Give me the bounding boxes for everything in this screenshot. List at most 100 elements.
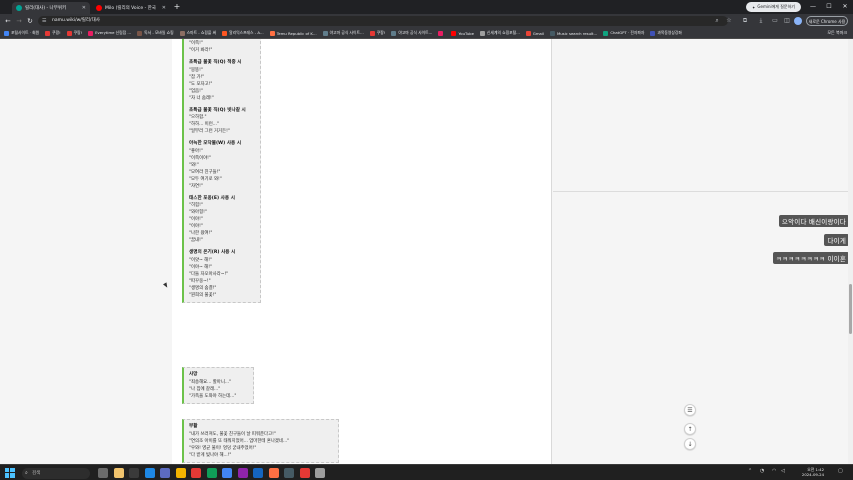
bookmark-item[interactable]: Everytime 신림점 … <box>88 30 131 36</box>
tab-search-icon[interactable]: ▭ <box>770 16 780 26</box>
taskbar-app-icon[interactable] <box>284 468 294 478</box>
bookmark-item[interactable]: ChatGPT · 전자파자 <box>603 30 644 36</box>
quote-heading: 초특급 불꽃 직(Q) 적중 시 <box>189 60 242 65</box>
tray-chevron-icon[interactable]: ⌃ <box>748 468 752 474</box>
gemini-label: Gemini에게 질문하기 <box>757 4 795 9</box>
bookmark-item[interactable]: Music search result… <box>549 30 597 36</box>
table-of-contents-button[interactable]: ☰ <box>684 404 696 416</box>
scrollbar-thumb[interactable] <box>849 284 852 334</box>
web-page: "이쪽!" "이거 봐라!" 초특급 불꽃 직(Q) 적중 시 "뭉뚱!" "잡 가!"… <box>0 39 853 464</box>
new-tab-button[interactable]: + <box>172 2 182 12</box>
reload-icon[interactable]: ↻ <box>25 16 35 26</box>
bookmark-label: Temu Republic of K… <box>276 30 317 36</box>
download-icon[interactable]: ⤓ <box>756 16 766 26</box>
notification-icon[interactable]: ▢ <box>838 468 843 474</box>
quote-line: "와!" <box>189 162 199 168</box>
chrome-update-button[interactable]: 새로운 Chrome 사용 가능 <box>806 16 848 33</box>
wifi-icon[interactable]: ◠ <box>772 468 776 474</box>
page-scrollbar[interactable] <box>848 39 853 464</box>
taskbar-app-icon[interactable] <box>237 468 248 478</box>
bookmark-favicon-icon <box>451 30 457 36</box>
browser-tab-2[interactable]: Milo (릴리의 Voice - 한국 ✕ <box>92 2 170 14</box>
sidepanel-icon[interactable]: ◫ <box>782 16 792 26</box>
quote-line: "내가 쓰러져도, 불꽃 친구들이 날 피워준다고!" <box>189 431 276 437</box>
taskbar-app-icon[interactable] <box>160 468 170 478</box>
scroll-down-button[interactable]: ↓ <box>684 438 696 450</box>
site-info-icon: ☰ <box>42 18 47 24</box>
gemini-sparkle-icon: ✦ <box>752 4 756 10</box>
quote-line: "죄송해요... 할아니..." <box>189 379 232 385</box>
taskbar-app-icon[interactable] <box>113 468 124 478</box>
taskbar-clock[interactable]: 오전 1:42 2024-09-24 <box>792 467 824 477</box>
quote-group: 아늑한 모닥불(W) 사용 시 "좋아!" "이쪽이야!" "와!" "모여라 친구들!… <box>189 140 255 190</box>
taskbar-app-icon[interactable] <box>129 468 139 478</box>
bookmark-item[interactable]: 야고마 공식 사이트… <box>391 30 432 36</box>
close-window-button[interactable]: ✕ <box>837 0 853 14</box>
all-bookmarks-folder[interactable]: 모든 북마크 <box>827 30 847 36</box>
bookmark-favicon-icon <box>179 30 185 36</box>
taskbar-app-icon[interactable] <box>98 468 108 478</box>
bookmark-favicon-icon <box>222 30 228 36</box>
tab-strip: 릴리(대사) - 나무위키 ✕ Milo (릴리의 Voice - 한국 ✕ +… <box>0 0 853 14</box>
bookmark-favicon-icon <box>322 30 328 36</box>
quote-box-skills: "이쪽!" "이거 봐라!" 초특급 불꽃 직(Q) 적중 시 "뭉뚱!" "잡 가!"… <box>182 39 261 303</box>
bookmark-item[interactable] <box>438 30 445 36</box>
bookmark-favicon-icon <box>479 30 485 36</box>
quote-group: "이쪽!" "이거 봐라!" <box>189 40 255 54</box>
taskbar-app-icon[interactable] <box>175 468 186 478</box>
bookmark-item[interactable]: 쿠팡! <box>369 30 385 36</box>
bookmark-item[interactable]: 독서 - 모바일 쇼핑 <box>137 30 174 36</box>
quote-group: 초특급 불꽃 직(Q) 적중 시 "뭉뚱!" "잡 가!" "도 모자고!" "엄음!"… <box>189 59 255 102</box>
profile-avatar[interactable] <box>794 17 802 25</box>
taskbar-app-icon[interactable] <box>299 468 310 478</box>
network-icon[interactable]: ◔ <box>760 468 764 474</box>
quote-line: "꿈내!" <box>189 238 203 244</box>
quote-heading: 아늑한 모닥불(W) 사용 시 <box>189 141 242 147</box>
bookmark-item[interactable]: Temu Republic of K… <box>269 30 317 36</box>
bookmark-item[interactable]: 알리익스프레스 - A… <box>222 30 264 36</box>
bookmark-item[interactable]: 쿠팡! <box>66 30 83 36</box>
quote-line: "모두 여기로 와!" <box>189 176 222 182</box>
bookmark-item[interactable]: 쿠팡! <box>45 30 61 36</box>
bookmark-star-icon[interactable]: ☆ <box>724 16 734 26</box>
address-bar[interactable]: ☰ namu.wiki/w/릴리/대사 <box>38 16 728 26</box>
taskbar-app-icon[interactable] <box>191 468 201 478</box>
taskbar-app-icon[interactable] <box>206 468 217 478</box>
windows-taskbar: ⌕ 검색 ⌃ ◔ ◠ ◁ 오전 1:42 2024-09-24 ▢ <box>0 464 853 480</box>
bookmark-item[interactable]: 스마트 - 쇼핑을 써 <box>179 30 216 36</box>
taskbar-search-input[interactable]: ⌕ 검색 <box>22 467 90 479</box>
taskbar-app-icon[interactable] <box>222 468 232 478</box>
browser-tab-1[interactable]: 릴리(대사) - 나무위키 ✕ <box>12 2 90 14</box>
volume-icon[interactable]: ◁ <box>781 468 785 474</box>
bookmark-favicon-icon <box>549 30 555 36</box>
back-icon[interactable]: ← <box>3 16 13 26</box>
bookmark-favicon-icon <box>88 30 94 36</box>
extensions-icon[interactable]: ⧉ <box>740 16 750 26</box>
taskbar-app-icon[interactable] <box>268 468 279 478</box>
bookmark-item[interactable]: 포털사이트 · 회원 <box>4 30 39 36</box>
taskbar-app-icon[interactable] <box>144 468 155 478</box>
quote-line: "이얏~ 해!" <box>189 257 212 263</box>
tab-title: Milo (릴리의 Voice - 한국 <box>105 6 156 11</box>
minimize-button[interactable]: — <box>805 0 821 14</box>
close-tab-icon[interactable]: ✕ <box>82 5 86 11</box>
close-tab-icon[interactable]: ✕ <box>162 5 166 11</box>
forward-icon[interactable]: → <box>14 16 24 26</box>
url-text: namu.wiki/w/릴리/대사 <box>52 18 100 23</box>
bookmark-item[interactable]: 신세계의 쇼핑포털… <box>479 30 520 36</box>
quote-line: "이거 봐라!" <box>189 48 213 53</box>
scroll-up-button[interactable]: ↑ <box>684 423 696 435</box>
bookmark-label: 쿠팡! <box>73 30 83 35</box>
translate-icon[interactable]: ⌕ <box>712 16 722 26</box>
quote-group: 사망 "죄송해요... 할아니..." "나 집에 갈래..." "가족을 도와야 하… <box>189 371 248 400</box>
taskbar-app-icon[interactable] <box>315 468 325 478</box>
bookmark-item[interactable]: 야고마 공식 사이트… <box>322 30 364 36</box>
windows-start-icon[interactable] <box>5 468 15 478</box>
taskbar-app-icon[interactable] <box>253 468 263 478</box>
gemini-button[interactable]: ✦ Gemini에게 질문하기 <box>746 2 801 12</box>
bookmark-item[interactable]: 과목동영상강좌 <box>650 30 682 36</box>
bookmark-favicon-icon <box>438 30 444 36</box>
bookmark-item[interactable]: YouTube <box>451 30 474 36</box>
maximize-button[interactable]: ☐ <box>821 0 837 14</box>
bookmark-item[interactable]: Gmail <box>525 30 544 36</box>
